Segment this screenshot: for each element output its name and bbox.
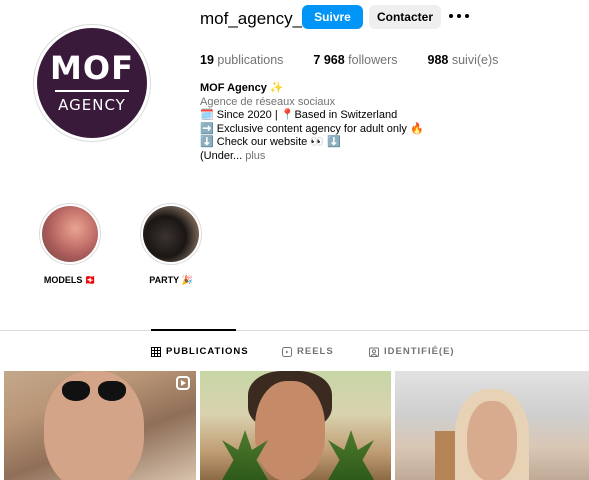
post-image-face [255, 381, 325, 480]
post-thumbnail[interactable] [200, 371, 391, 480]
tab-label: REELS [297, 346, 334, 357]
profile-bio: MOF Agency ✨ Agence de réseaux sociaux 🗓… [200, 82, 424, 164]
reels-icon [282, 346, 292, 357]
bio-line-3: ⬇️ Check our website 👀 ⬇️ [200, 136, 341, 149]
bio-more-link[interactable]: plus [245, 150, 265, 162]
profile-avatar-ring[interactable]: MOF AGENCY [33, 24, 151, 142]
followers-stat[interactable]: 7 968 followers [313, 53, 397, 67]
bio-category: Agence de réseaux sociaux [200, 95, 336, 108]
follow-button[interactable]: Suivre [302, 5, 363, 29]
followers-count: 7 968 [313, 53, 345, 67]
tab-tagged[interactable]: IDENTIFIÉ(E) [369, 346, 455, 357]
bio-line-4: (Under... plus [200, 150, 424, 164]
highlight-label: PARTY 🎉 [149, 275, 193, 285]
bio-line-1: 🗓️ Since 2020 | 📍Based in Switzerland [200, 109, 398, 122]
more-options-icon[interactable] [449, 8, 469, 24]
tab-publications[interactable]: PUBLICATIONS [151, 346, 249, 357]
tab-label: PUBLICATIONS [166, 346, 249, 357]
tab-reels[interactable]: REELS [282, 346, 334, 357]
posts-count: 19 [200, 53, 214, 67]
highlight-ring [39, 203, 101, 265]
tabs-divider [0, 330, 589, 331]
bio-name: MOF Agency ✨ [200, 82, 284, 94]
active-tab-indicator [151, 329, 236, 331]
following-count: 988 [427, 53, 449, 67]
avatar-logo-top: MOF [50, 49, 134, 87]
highlight-models[interactable]: MODELS 🇨🇭 [39, 203, 101, 286]
profile-avatar[interactable]: MOF AGENCY [37, 28, 147, 138]
contact-button[interactable]: Contacter [369, 5, 441, 29]
sunglasses-shape [62, 379, 126, 403]
highlight-ring [140, 203, 202, 265]
profile-username: mof_agency_ [200, 9, 303, 28]
avatar-logo-bottom: AGENCY [58, 96, 126, 114]
post-thumbnail[interactable] [395, 371, 589, 480]
profile-stats: 19 publications 7 968 followers 988 suiv… [200, 53, 528, 67]
pineapple-shape [328, 430, 374, 480]
following-stat[interactable]: 988 suivi(e)s [428, 53, 499, 67]
followers-label: followers [348, 53, 398, 67]
grid-icon [151, 346, 161, 357]
posts-label: publications [217, 53, 284, 67]
tagged-icon [369, 347, 379, 357]
following-label: suivi(e)s [451, 53, 499, 67]
highlight-cover [143, 206, 199, 262]
highlight-party[interactable]: PARTY 🎉 [140, 203, 202, 286]
post-image-face [467, 401, 517, 480]
highlight-cover [42, 206, 98, 262]
tab-label: IDENTIFIÉ(E) [384, 346, 455, 357]
bio-line-2: ➡️ Exclusive content agency for adult on… [200, 122, 424, 135]
highlight-label: MODELS 🇨🇭 [43, 275, 97, 285]
post-thumbnail[interactable] [4, 371, 196, 480]
reel-indicator-icon [176, 376, 190, 390]
bio-truncated-text: (Under... [200, 149, 243, 162]
posts-stat: 19 publications [200, 53, 283, 67]
avatar-logo-rule [55, 90, 129, 92]
